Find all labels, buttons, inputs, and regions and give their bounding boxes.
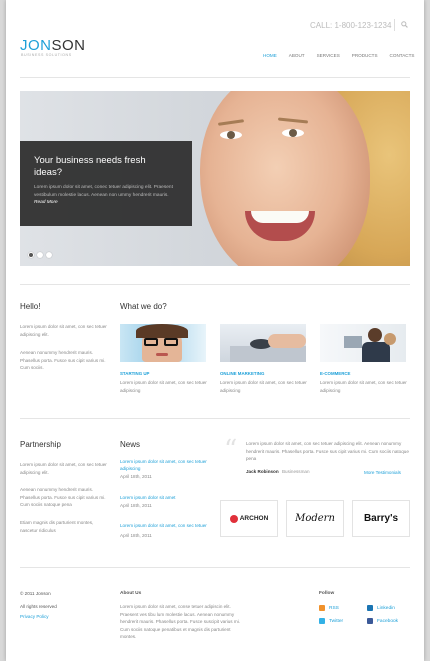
- service-caption-2[interactable]: Online marketing: [220, 371, 264, 376]
- slide-read-more-link[interactable]: Read More: [34, 200, 58, 205]
- social-rss-label: RSS: [329, 605, 339, 611]
- social-linkedin[interactable]: Linkedin: [367, 605, 395, 611]
- hero-image-eye: [282, 129, 304, 137]
- archon-logo-icon: [229, 514, 238, 523]
- rss-icon: [319, 605, 325, 611]
- hello-text-2: Aenean nonummy hendrerit mauris. Phasell…: [20, 350, 106, 370]
- service-text-2: Lorem ipsum dolor sit amet, con sec tetu…: [220, 380, 307, 393]
- client-logo-archon[interactable]: ARCHON: [220, 500, 278, 537]
- slide-text: Lorem ipsum dolor sit amet, conec tetuer…: [34, 184, 174, 207]
- slider-dot-2[interactable]: [37, 252, 43, 258]
- client-name-2: Modern: [295, 513, 335, 524]
- whatwedo-title: What we do?: [120, 302, 167, 311]
- privacy-policy-link[interactable]: Privacy Policy: [20, 613, 49, 620]
- partnership-text-3: Etiam magnis dis parturient montes, nasc…: [20, 520, 94, 533]
- news-link-2[interactable]: Lorem ipsum dolor sit amet: [120, 494, 216, 501]
- client-logo-modern[interactable]: Modern: [286, 500, 344, 537]
- footer-about-text: Lorem ipsum dolor sit amet, conse tetuer…: [120, 604, 240, 639]
- section-divider: [20, 284, 410, 285]
- footer-divider: [20, 567, 410, 568]
- testimonial-role: Businessman: [281, 469, 310, 474]
- social-linkedin-label: Linkedin: [377, 605, 395, 611]
- testimonial-author: Jack Robinson: [246, 469, 279, 474]
- service-caption-3[interactable]: E-commerce: [320, 371, 351, 376]
- testimonial-author-line: Jack Robinson Businessman: [246, 469, 310, 474]
- slider-pagination: [28, 252, 52, 258]
- client-logo-barrys[interactable]: Barry's: [352, 500, 410, 537]
- social-rss[interactable]: RSS: [319, 605, 339, 611]
- slider-dot-1[interactable]: [28, 252, 34, 258]
- section-divider: [20, 418, 410, 419]
- news-date-2: April 18th, 2011: [120, 503, 152, 508]
- nav-about[interactable]: About: [289, 53, 305, 58]
- footer-rights: All rights reserved: [20, 604, 57, 609]
- thumb-e-commerce[interactable]: [320, 324, 406, 362]
- slide-body: Lorem ipsum dolor sit amet, conec tetuer…: [34, 185, 173, 198]
- header-divider-line: [20, 77, 410, 78]
- social-twitter-label: Twitter: [329, 618, 344, 624]
- footer-follow-title: Follow: [319, 591, 335, 596]
- hero-image-eye: [220, 131, 242, 139]
- thumb-online-marketing[interactable]: [220, 324, 306, 362]
- slide-caption-box: Your business needs fresh ideas? Lorem i…: [20, 141, 192, 226]
- partnership-title: Partnership: [20, 440, 61, 449]
- partnership-text-1: Lorem ipsum dolor sit amet, con sec tetu…: [20, 462, 107, 475]
- service-caption-1[interactable]: Starting up: [120, 371, 149, 376]
- social-twitter[interactable]: Twitter: [319, 618, 343, 624]
- nav-products[interactable]: Products: [352, 53, 378, 58]
- nav-services[interactable]: Services: [317, 53, 340, 58]
- hello-title: Hello!: [20, 302, 41, 311]
- search-icon[interactable]: [401, 21, 408, 28]
- quote-icon: “: [224, 435, 238, 465]
- client-name-3: Barry's: [363, 513, 399, 524]
- slider-dot-3[interactable]: [46, 252, 52, 258]
- linkedin-icon: [367, 605, 373, 611]
- slide-title: Your business needs fresh ideas?: [34, 155, 146, 178]
- client-name-1: ARCHON: [239, 515, 269, 522]
- service-text-3: Lorem ipsum dolor sit amet, con sec tetu…: [320, 380, 407, 393]
- news-date-3: April 18th, 2011: [120, 533, 152, 538]
- nav-contacts[interactable]: Contacts: [390, 53, 415, 58]
- hello-text-1: Lorem ipsum dolor sit amet, con sec tetu…: [20, 324, 107, 337]
- service-text-1: Lorem ipsum dolor sit amet, con sec tetu…: [120, 380, 207, 393]
- social-facebook[interactable]: Facebook: [367, 618, 398, 624]
- logo-rest: SON: [51, 37, 86, 54]
- facebook-icon: [367, 618, 373, 624]
- header-phone: CALL: 1-800-123-1234: [310, 21, 392, 30]
- twitter-icon: [319, 618, 325, 624]
- footer-copyright: © 2011 Jonson: [20, 591, 51, 596]
- main-nav: Home About Services Products Contacts: [263, 53, 414, 58]
- nav-home[interactable]: Home: [263, 53, 277, 58]
- page: JONSON BUSINESS SOLUTIONS CALL: 1-800-12…: [6, 0, 424, 661]
- hero-slider[interactable]: Your business needs fresh ideas? Lorem i…: [20, 91, 410, 266]
- partnership-text-2: Aenean nonummy hendrerit mauris. Phasell…: [20, 487, 106, 507]
- footer-about-title: About Us: [120, 591, 142, 596]
- testimonial-text: Lorem ipsum dolor sit amet, con sec tetu…: [246, 441, 409, 461]
- news-link-1[interactable]: Lorem ipsum dolor sit amet, con sec tetu…: [120, 458, 216, 472]
- news-link-3[interactable]: Lorem ipsum dolor sit amet, con sec tetu…: [120, 522, 216, 529]
- news-title: News: [120, 440, 141, 449]
- news-date-1: April 18th, 2011: [120, 474, 152, 479]
- header-divider: [394, 19, 395, 31]
- logo-accent: JON: [20, 37, 52, 54]
- social-facebook-label: Facebook: [377, 618, 399, 624]
- thumb-starting-up[interactable]: [120, 324, 206, 362]
- more-testimonials-link[interactable]: More Testimonials: [364, 469, 401, 476]
- logo[interactable]: JONSON: [20, 37, 86, 54]
- logo-tagline: BUSINESS SOLUTIONS: [21, 53, 72, 57]
